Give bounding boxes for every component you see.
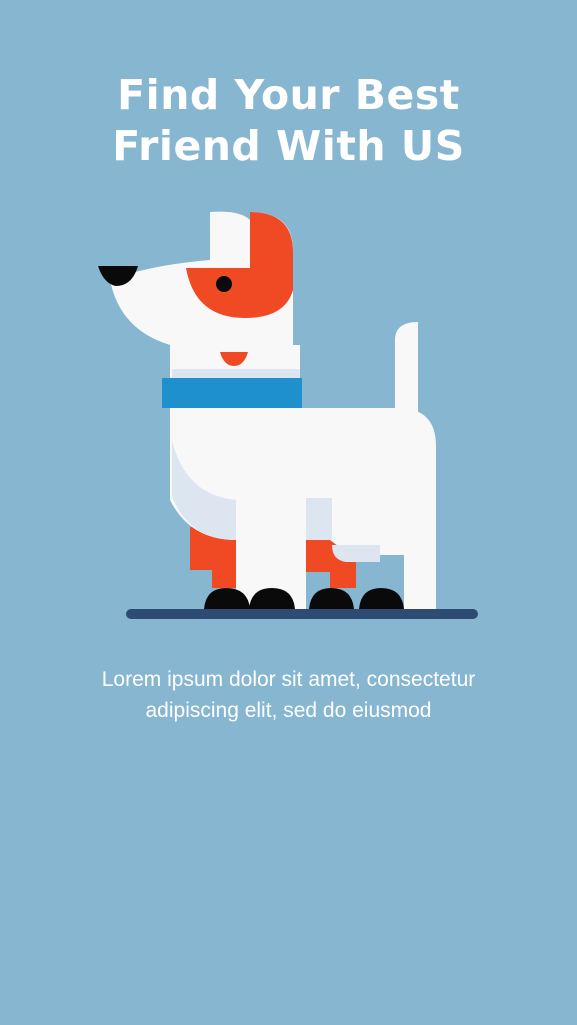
title-line-1: Find Your Best [117,71,460,119]
title-line-2: Friend With US [112,122,465,170]
onboarding-description: Lorem ipsum dolor sit amet, consectetur … [101,668,476,722]
eye-icon [216,276,232,292]
neck-shadow [172,369,300,379]
onboarding-screen: Find Your Best Friend With US Lorem ipsu… [0,0,577,1025]
ground-line [126,609,478,619]
dog-tail [395,322,418,420]
collar [162,378,302,408]
paw-4 [359,588,404,609]
paw-3 [309,588,354,609]
dog-hind-shadow [306,498,332,540]
page-title: Find Your Best Friend With US [0,70,577,172]
dog-illustration-icon [98,211,478,619]
